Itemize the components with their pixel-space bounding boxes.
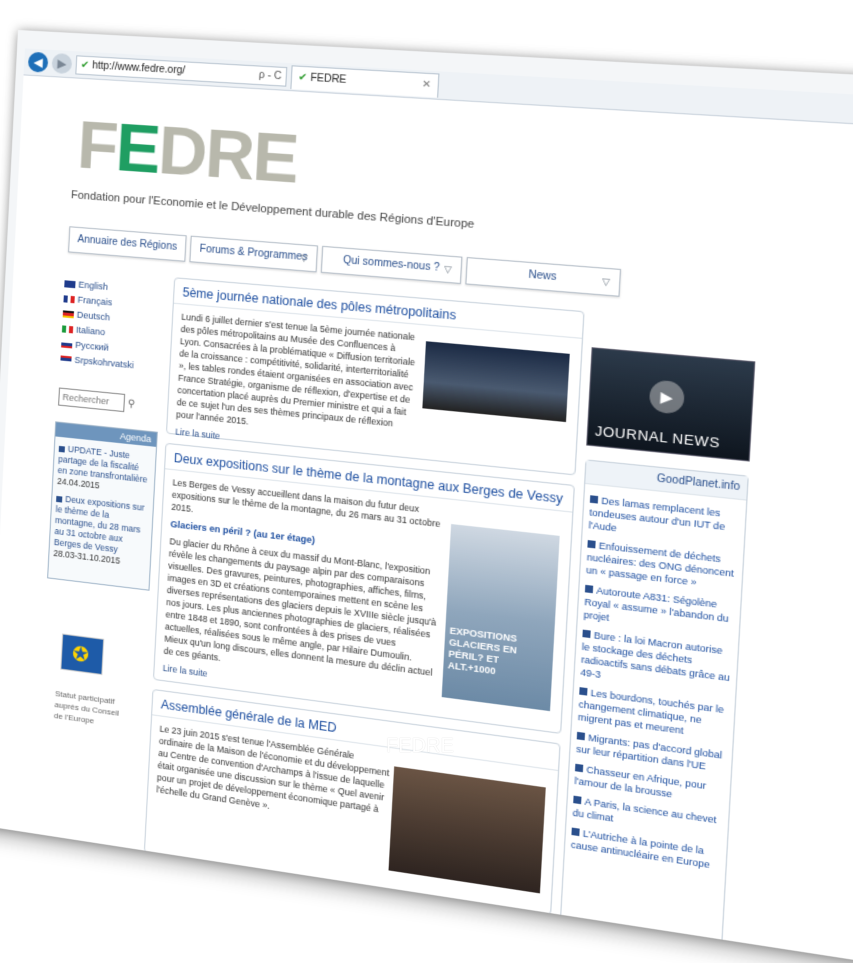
poster-text: EXPOSITIONS GLACIERS EN PÉRIL? ET ALT.+1… xyxy=(447,625,549,684)
menu-label: Qui sommes-nous ? xyxy=(343,255,440,274)
bullet-icon xyxy=(590,495,598,503)
page-content: FEDRE Fondation pour l'Economie et le Dé… xyxy=(33,85,853,963)
germany-flag-icon xyxy=(63,310,74,318)
search-input[interactable] xyxy=(58,387,125,412)
chevron-down-icon: ▽ xyxy=(602,269,611,295)
menu-forums[interactable]: Forums & Programmes ▽ xyxy=(189,236,318,273)
bullet-icon xyxy=(582,630,590,638)
article-card: Deux expositions sur le thème de la mont… xyxy=(153,443,575,734)
screenshot-frame: ◀ ▶ ✔ http://www.fedre.org/ ρ - C ✔ FEDRE … xyxy=(0,30,853,963)
language-list: English Français Deutsch Italiano Русски… xyxy=(60,276,138,373)
chevron-down-icon: ▽ xyxy=(300,245,309,270)
menu-label: News xyxy=(528,269,557,283)
logo-e-mark: E xyxy=(114,109,161,187)
search-box: ⚲ xyxy=(58,386,136,413)
article-card: 5ème journée nationale des pôles métropo… xyxy=(166,277,585,475)
bullet-icon xyxy=(571,828,579,837)
tab-close-icon[interactable]: ✕ xyxy=(421,74,431,98)
tab-favicon-icon: ✔ xyxy=(298,72,307,84)
menu-label: Annuaire des Régions xyxy=(77,234,177,253)
council-caption: Statut participatif auprès du Conseil de… xyxy=(54,688,126,731)
agenda-item[interactable]: Deux expositions sur le thème de la mont… xyxy=(53,493,149,570)
tab-title: FEDRE xyxy=(310,73,347,86)
exhibition-poster[interactable]: EXPOSITIONS GLACIERS EN PÉRIL? ET ALT.+1… xyxy=(442,524,560,711)
watermark-text: FEDRE xyxy=(386,735,454,758)
italy-flag-icon xyxy=(62,326,73,334)
russia-flag-icon xyxy=(61,341,72,349)
menu-qui-sommes-nous[interactable]: Qui sommes-nous ? ▽ xyxy=(321,246,463,284)
menu-news[interactable]: News ▽ xyxy=(465,257,621,297)
council-of-europe-logo[interactable]: ✪ xyxy=(60,634,104,676)
chevron-down-icon: ▽ xyxy=(444,256,453,282)
bullet-icon xyxy=(579,687,587,695)
site-logo[interactable]: FEDRE xyxy=(76,106,299,198)
goodplanet-panel: GoodPlanet.info Des lamas remplacent les… xyxy=(560,459,749,944)
news-item[interactable]: Bure : la loi Macron autorise le stockag… xyxy=(580,627,732,697)
bullet-icon xyxy=(575,764,583,773)
goodplanet-news-list: Des lamas remplacent les tondeuses autou… xyxy=(565,484,746,876)
back-icon[interactable]: ◀ xyxy=(28,52,49,73)
video-label: JOURNAL NEWS xyxy=(595,423,721,451)
journal-news-video[interactable]: ▶ JOURNAL NEWS xyxy=(586,347,755,461)
play-icon[interactable]: ▶ xyxy=(649,379,685,415)
secure-check-icon: ✔ xyxy=(81,60,90,72)
address-tools[interactable]: ρ - C xyxy=(258,67,282,86)
bullet-icon xyxy=(585,585,593,593)
bullet-icon xyxy=(573,796,581,805)
serbia-flag-icon xyxy=(60,356,71,364)
uk-flag-icon xyxy=(64,280,75,288)
url-text: http://www.fedre.org/ xyxy=(92,60,186,76)
agenda-panel: Agenda UPDATE - Juste partage de la fisc… xyxy=(47,421,158,590)
menu-annuaire[interactable]: Annuaire des Régions xyxy=(68,226,187,262)
bullet-icon xyxy=(56,496,62,503)
article-image[interactable] xyxy=(389,766,546,893)
article-image[interactable] xyxy=(422,341,569,422)
bullet-icon xyxy=(59,446,65,453)
stars-icon: ✪ xyxy=(72,641,90,668)
agenda-item[interactable]: UPDATE - Juste partage de la fiscalité e… xyxy=(57,443,152,497)
browser-tab[interactable]: ✔ FEDRE ✕ xyxy=(290,65,439,97)
browser-window: ◀ ▶ ✔ http://www.fedre.org/ ρ - C ✔ FEDRE … xyxy=(0,48,853,963)
search-icon[interactable]: ⚲ xyxy=(127,398,135,410)
france-flag-icon xyxy=(63,295,74,303)
bullet-icon xyxy=(587,540,595,548)
article-body: Lundi 6 juillet dernier s'est tenue la 5… xyxy=(176,311,419,445)
address-bar[interactable]: ✔ http://www.fedre.org/ ρ - C xyxy=(75,55,287,86)
bullet-icon xyxy=(577,732,585,740)
menu-label: Forums & Programmes xyxy=(199,244,307,264)
forward-icon[interactable]: ▶ xyxy=(51,53,72,74)
